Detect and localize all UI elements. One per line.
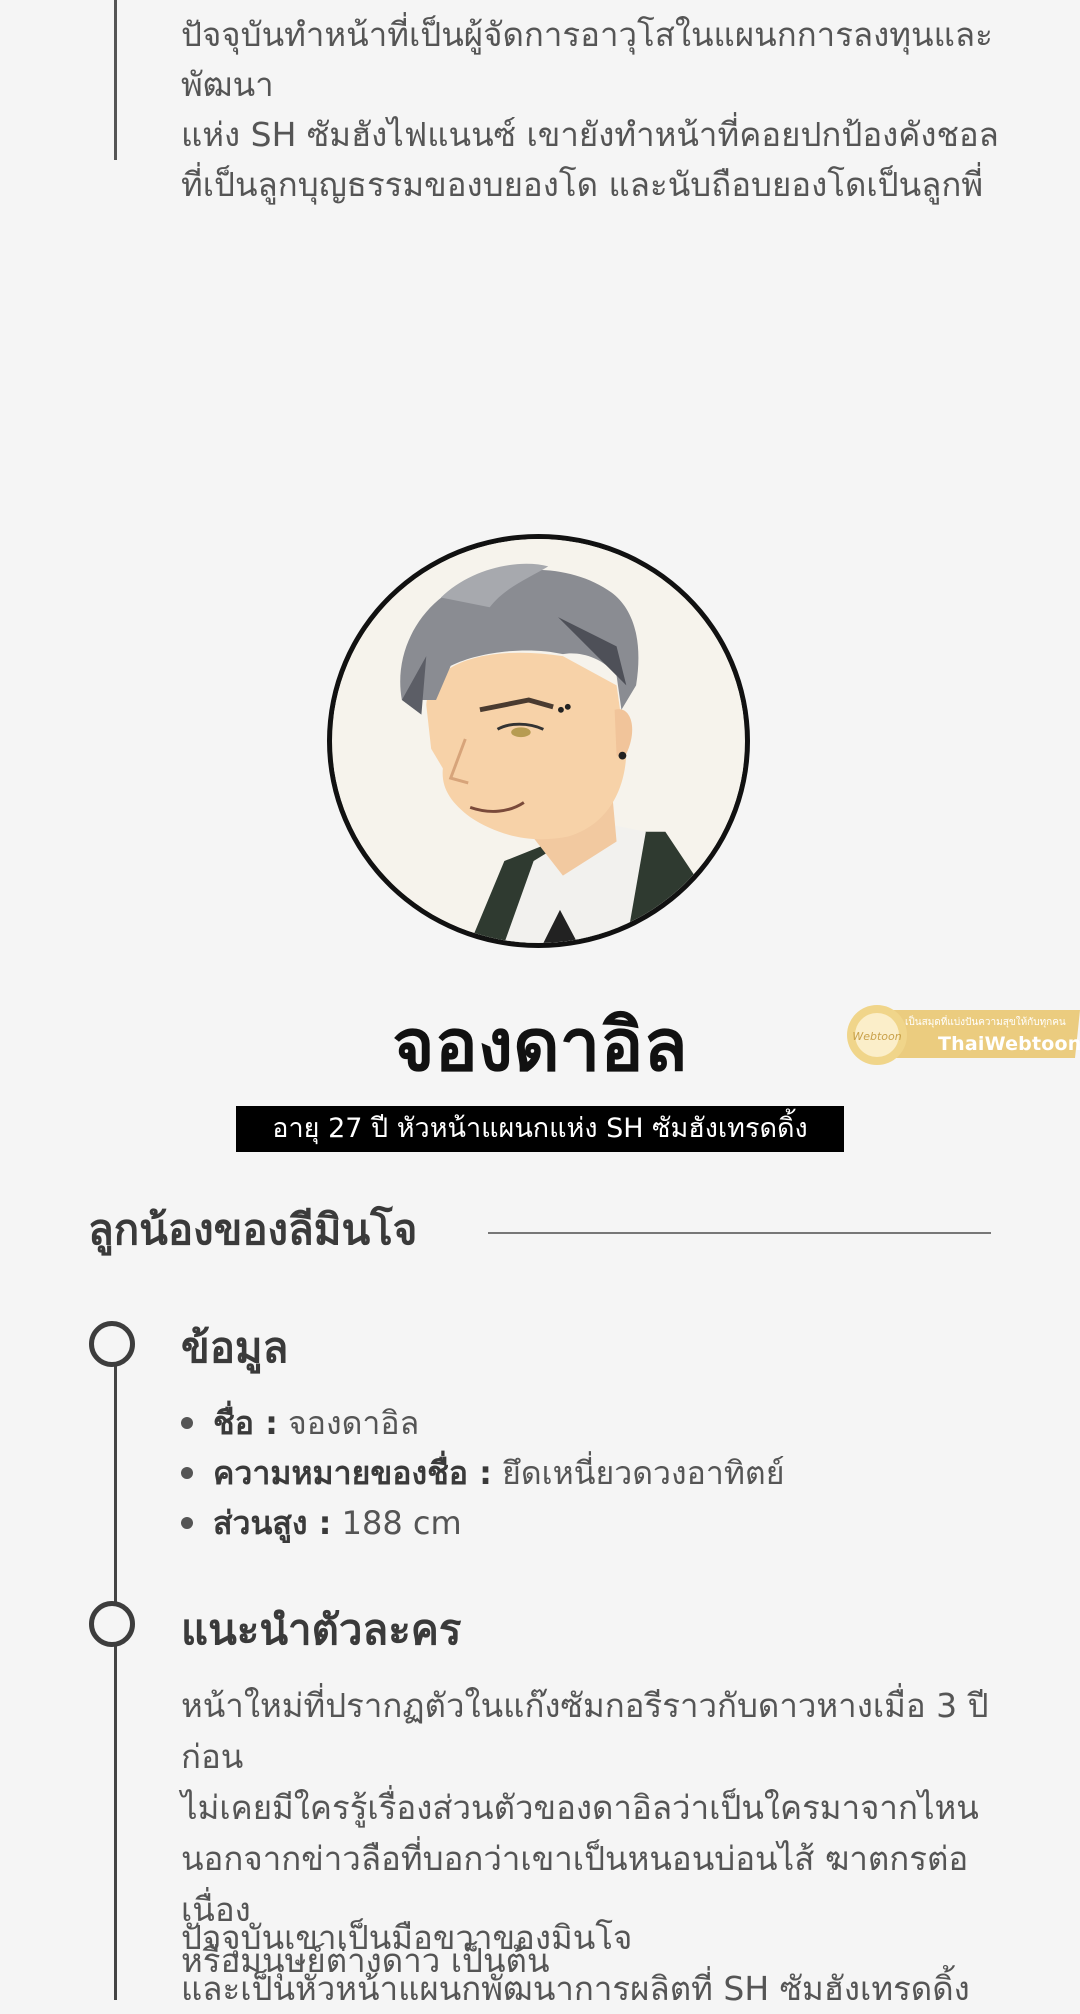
intro-line: และเป็นหัวหน้าแผนกพัฒนาการผลิตที่ SH ซัม… [181,1969,970,2008]
info-label: ความหมายของชื่อ : [213,1454,492,1492]
info-item-height: ส่วนสูง : 188 cm [181,1498,784,1548]
intro-line: หน้าใหม่ที่ปรากฏตัวในแก๊งซัมกอรีราวกับดา… [181,1686,989,1776]
group-title: ลูกน้องของลีมินโจ [88,1205,418,1254]
group-divider [488,1232,991,1234]
info-value: จองดาอิล [277,1404,420,1442]
intro-continued-line: ที่เป็นลูกบุญธรรมของบยองโด และนับถือบยอง… [181,165,984,204]
info-value: 188 cm [331,1504,462,1542]
intro-paragraph-2: ปัจจุบันเขาเป็นมือขวาของมินโจ และเป็นหัว… [181,1912,1031,2014]
character-name: จองดาอิล [392,1003,688,1087]
info-list: ชื่อ : จองดาอิล ความหมายของชื่อ : ยึดเหน… [181,1398,784,1548]
timeline-node-info [89,1321,135,1367]
intro-line: ปัจจุบันเขาเป็นมือขวาของมินโจ [181,1918,633,1957]
info-label: ส่วนสูง : [213,1504,332,1542]
intro-line: ไม่เคยมีใครรู้เรื่องส่วนตัวของดาอิลว่าเป… [181,1788,979,1827]
character-portrait-illustration [333,539,744,943]
intro-continued-line: ปัจจุบันทำหน้าที่เป็นผู้จัดการอาวุโสในแผ… [181,15,993,104]
intro-continued-line: แห่ง SH ซัมฮังไฟแนนซ์ เขายังทำหน้าที่คอย… [181,115,999,154]
section-title-info: ข้อมูล [181,1323,289,1372]
info-value: ยึดเหนี่ยวดวงอาทิตย์ [491,1454,785,1492]
timeline-line [114,1340,117,2000]
info-item-name: ชื่อ : จองดาอิล [181,1398,784,1448]
intro-continued-text: ปัจจุบันทำหน้าที่เป็นผู้จัดการอาวุโสในแผ… [181,10,1061,210]
timeline-node-intro [89,1601,135,1647]
timeline-line-top [114,0,117,160]
bullet-icon [181,1467,193,1479]
section-title-intro: แนะนำตัวละคร [181,1605,462,1654]
bullet-icon [181,1417,193,1429]
bullet-icon [181,1517,193,1529]
character-subtitle-banner: อายุ 27 ปี หัวหน้าแผนกแห่ง SH ซัมฮังเทรด… [236,1106,844,1152]
character-portrait [327,534,750,948]
info-label: ชื่อ : [213,1404,278,1442]
info-item-name-meaning: ความหมายของชื่อ : ยึดเหนี่ยวดวงอาทิตย์ [181,1448,784,1498]
